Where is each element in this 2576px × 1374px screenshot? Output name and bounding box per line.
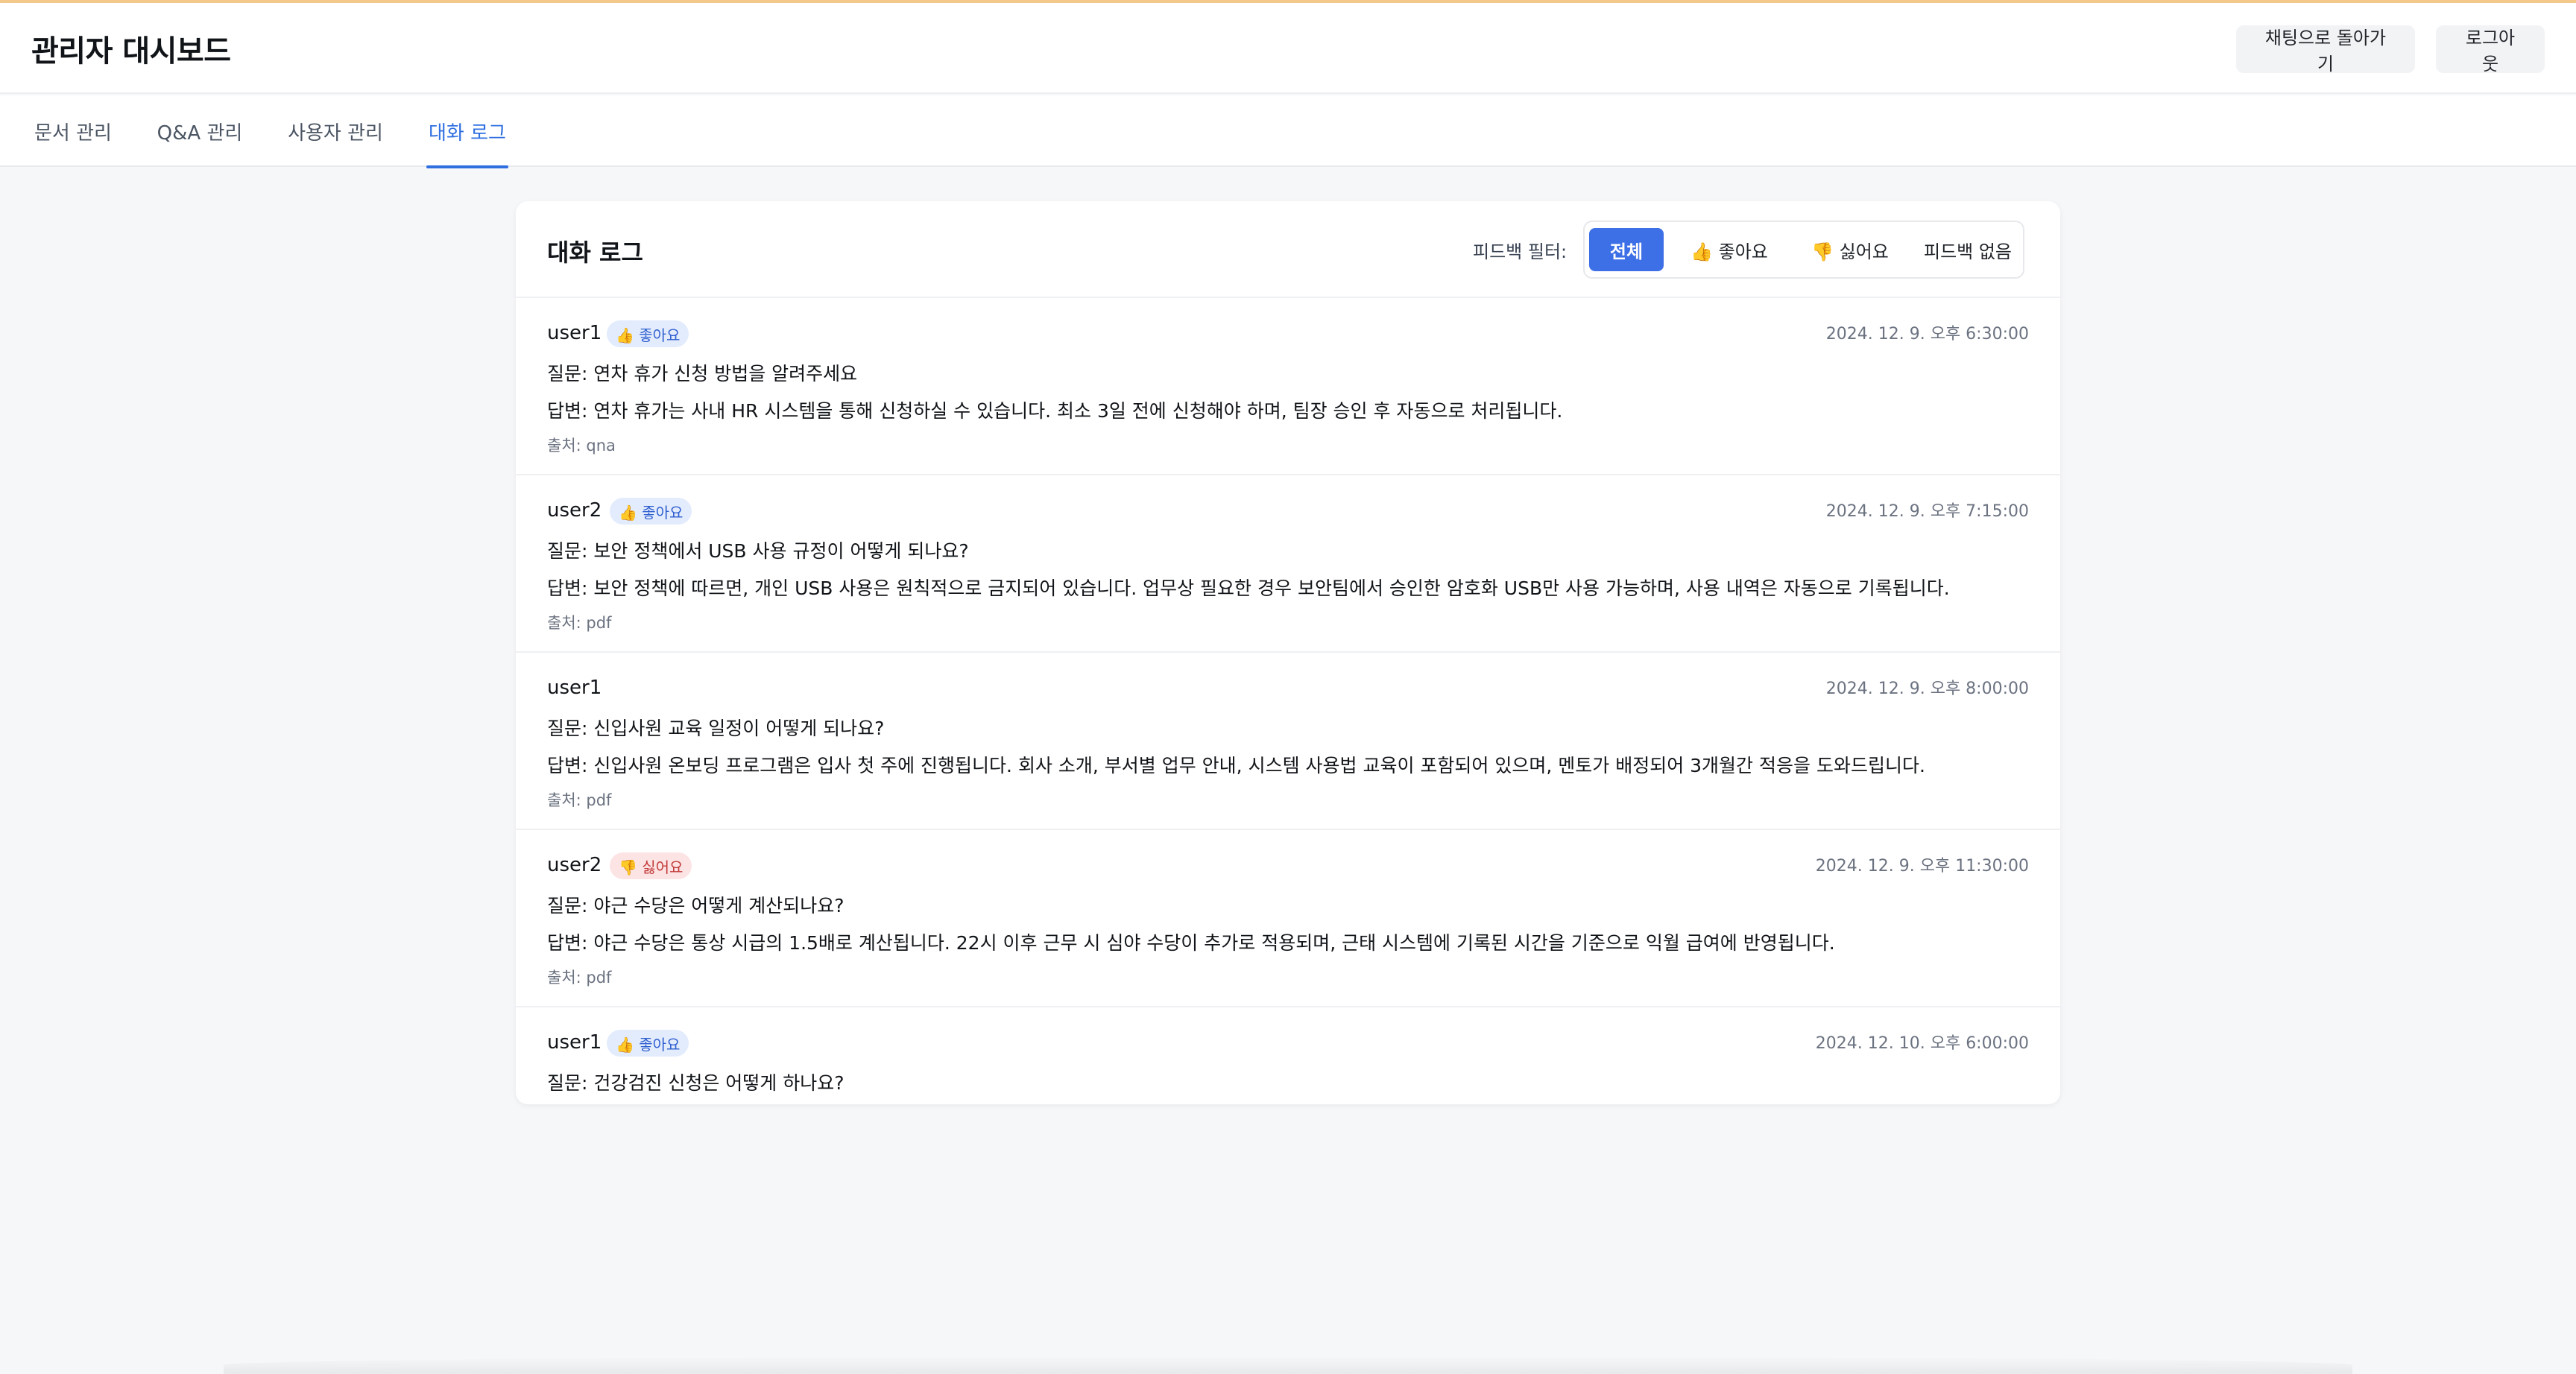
filter-dislike-button[interactable]: 👎 싫어요 — [1792, 228, 1908, 271]
filter-all-button[interactable]: 전체 — [1589, 228, 1664, 271]
log-answer: 답변: 신입사원 온보딩 프로그램은 입사 첫 주에 진행됩니다. 회사 소개,… — [547, 755, 1925, 776]
feedback-filter-group: 전체 👍 좋아요 👎 싫어요 피드백 없음 — [1583, 221, 2024, 279]
log-answer: 답변: 연차 휴가는 사내 HR 시스템을 통해 신청하실 수 있습니다. 최소… — [547, 400, 1563, 422]
log-user: user2 — [547, 854, 602, 876]
log-entry: user1 👍 좋아요 2024. 12. 9. 오후 6:30:00 질문: … — [516, 298, 2060, 475]
bottom-shadow — [224, 1356, 2352, 1374]
log-question: 질문: 야근 수당은 어떻게 계산되나요? — [547, 895, 845, 916]
tab-chat-logs[interactable]: 대화 로그 — [426, 95, 508, 168]
log-question: 질문: 신입사원 교육 일정이 어떻게 되나요? — [547, 718, 885, 739]
chat-log-panel: 대화 로그 피드백 필터: 전체 👍 좋아요 👎 싫어요 피드백 없음 user… — [516, 201, 2060, 1104]
log-entry: user2 👍 좋아요 2024. 12. 9. 오후 7:15:00 질문: … — [516, 475, 2060, 653]
back-to-chat-button[interactable]: 채팅으로 돌아가기 — [2236, 25, 2415, 75]
admin-tabs: 문서 관리 Q&A 관리 사용자 관리 대화 로그 — [0, 95, 2576, 168]
log-source: 출처: pdf — [547, 614, 612, 632]
log-timestamp: 2024. 12. 9. 오후 11:30:00 — [1815, 857, 2029, 876]
log-answer: 답변: 야근 수당은 통상 시급의 1.5배로 계산됩니다. 22시 이후 근무… — [547, 932, 1835, 954]
log-timestamp: 2024. 12. 9. 오후 8:00:00 — [1825, 680, 2029, 698]
log-user: user2 — [547, 499, 602, 522]
app-header: 관리자 대시보드 채팅으로 돌아가기 로그아웃 — [0, 3, 2576, 94]
tab-users[interactable]: 사용자 관리 — [288, 95, 383, 167]
feedback-badge-dislike: 👎 싫어요 — [610, 852, 692, 879]
filter-no-feedback-button[interactable]: 피드백 없음 — [1917, 228, 2018, 271]
log-source: 출처: pdf — [547, 791, 612, 809]
feedback-badge-like: 👍 좋아요 — [610, 498, 692, 525]
log-user: user1 — [547, 1031, 602, 1054]
log-source: 출처: pdf — [547, 969, 612, 987]
page-title: 관리자 대시보드 — [31, 34, 231, 69]
logout-button[interactable]: 로그아웃 — [2436, 25, 2545, 75]
log-entry: user2 👎 싫어요 2024. 12. 9. 오후 11:30:00 질문:… — [516, 830, 2060, 1007]
log-source: 출처: qna — [547, 437, 616, 455]
log-entry: user1 2024. 12. 9. 오후 8:00:00 질문: 신입사원 교… — [516, 653, 2060, 830]
panel-title: 대화 로그 — [547, 238, 643, 267]
filter-like-button[interactable]: 👍 좋아요 — [1673, 228, 1786, 271]
log-user: user1 — [547, 322, 602, 344]
log-entry: user1 👍 좋아요 2024. 12. 10. 오후 6:00:00 질문:… — [516, 1007, 2060, 1104]
log-question: 질문: 건강검진 신청은 어떻게 하나요? — [547, 1072, 845, 1094]
tab-qa[interactable]: Q&A 관리 — [155, 95, 244, 167]
panel-header: 대화 로그 피드백 필터: 전체 👍 좋아요 👎 싫어요 피드백 없음 — [516, 201, 2060, 298]
feedback-badge-like: 👍 좋아요 — [607, 1030, 689, 1057]
feedback-filter-label: 피드백 필터: — [1473, 241, 1568, 262]
log-question: 질문: 연차 휴가 신청 방법을 알려주세요 — [547, 363, 858, 384]
feedback-badge-like: 👍 좋아요 — [607, 320, 689, 347]
log-user: user1 — [547, 677, 602, 699]
log-answer: 답변: 보안 정책에 따르면, 개인 USB 사용은 원칙적으로 금지되어 있습… — [547, 577, 1950, 599]
log-timestamp: 2024. 12. 9. 오후 7:15:00 — [1825, 502, 2029, 521]
log-question: 질문: 보안 정책에서 USB 사용 규정이 어떻게 되나요? — [547, 540, 969, 562]
log-timestamp: 2024. 12. 9. 오후 6:30:00 — [1825, 325, 2029, 344]
log-timestamp: 2024. 12. 10. 오후 6:00:00 — [1815, 1034, 2029, 1053]
tab-documents[interactable]: 문서 관리 — [30, 95, 116, 167]
